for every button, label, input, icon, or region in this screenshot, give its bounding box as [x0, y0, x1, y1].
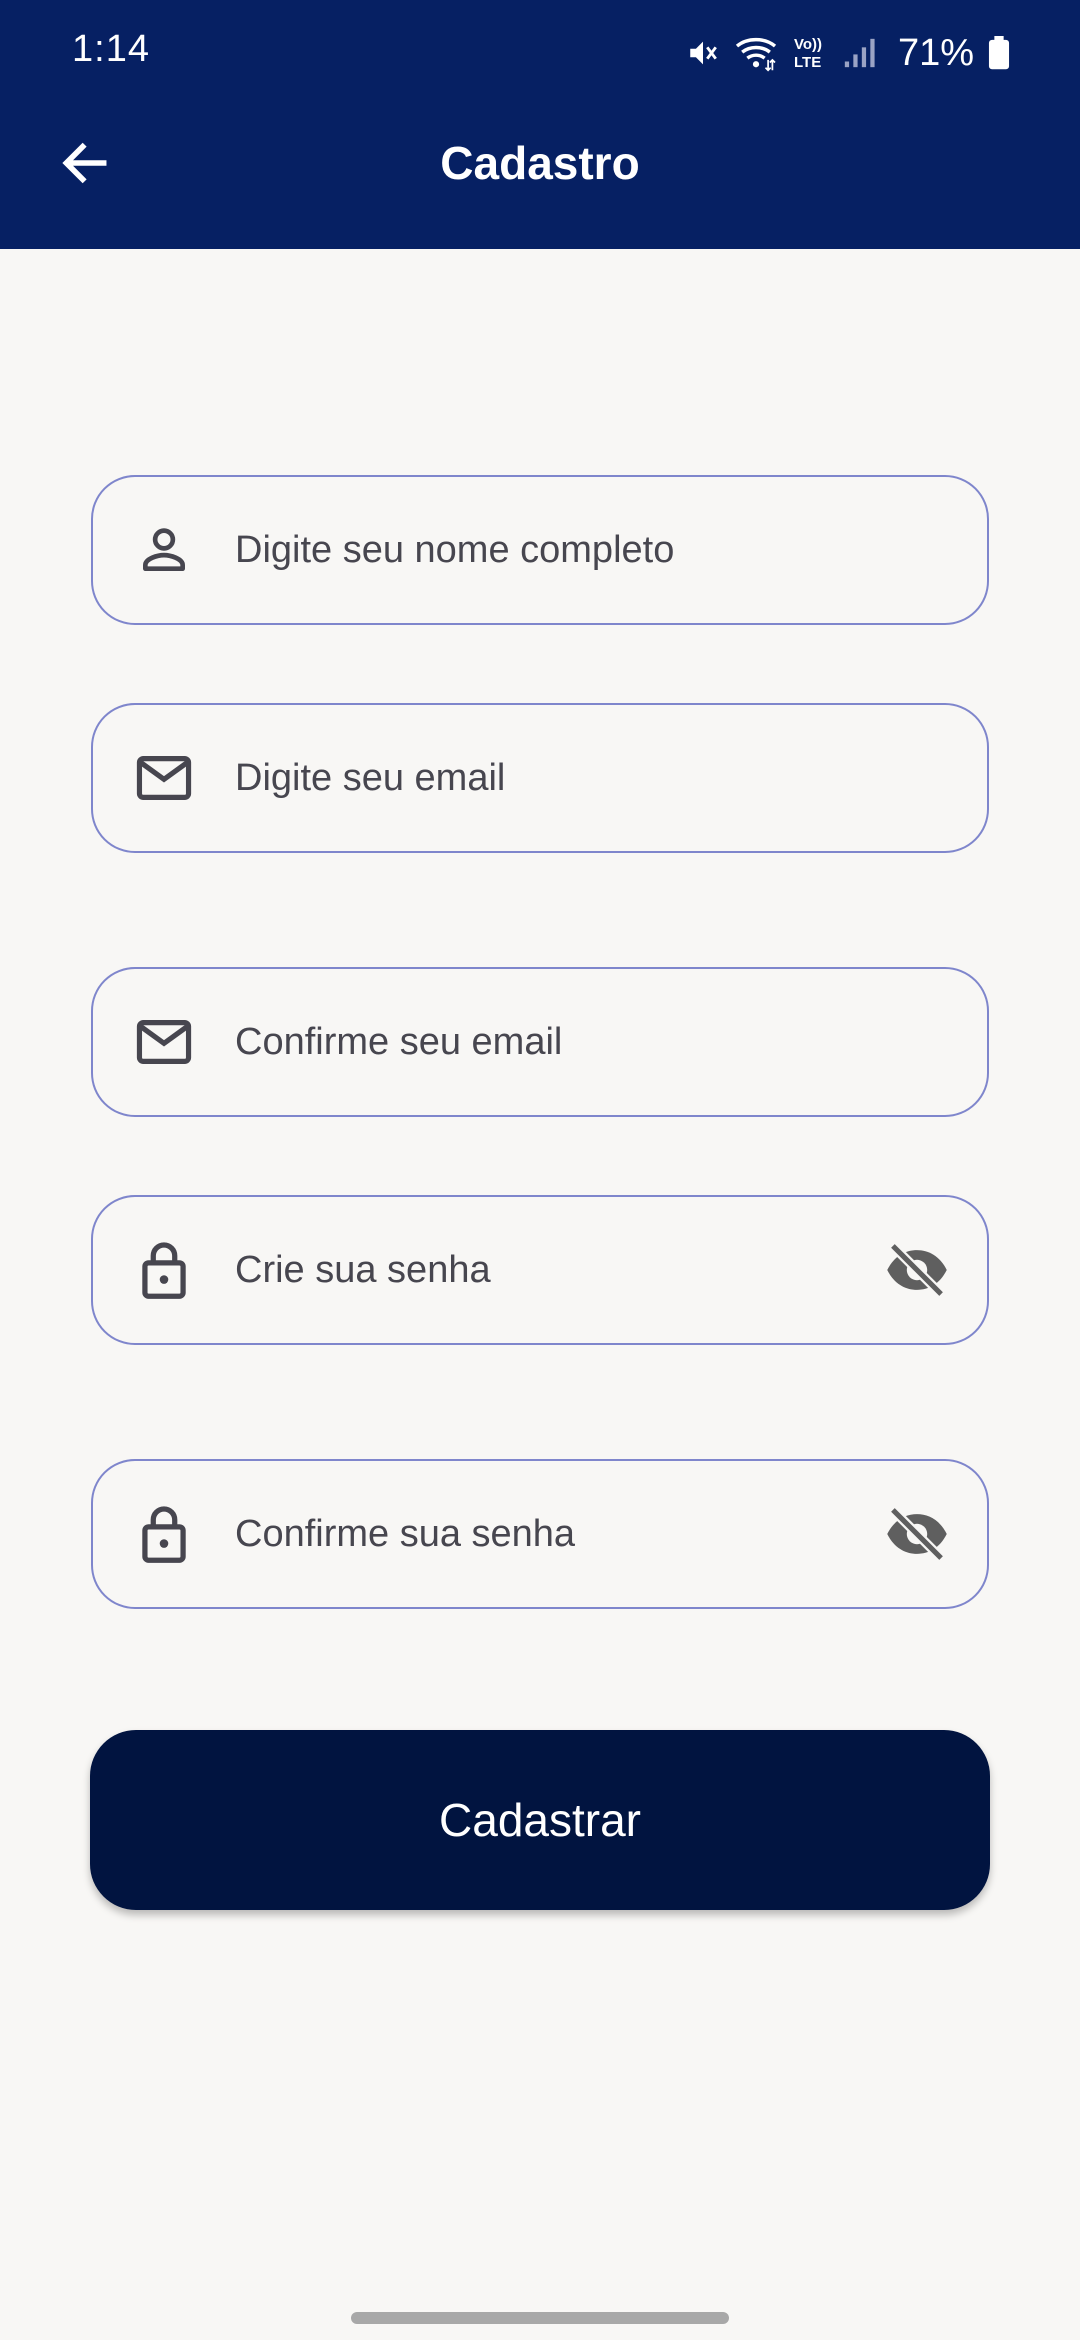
lock-icon [129, 1235, 199, 1305]
signal-icon [842, 36, 876, 70]
status-time: 1:14 [72, 28, 150, 70]
confirm-email-input[interactable] [235, 969, 867, 1115]
full-name-input[interactable] [235, 477, 867, 623]
svg-text:LTE: LTE [794, 54, 821, 71]
email-field[interactable] [91, 703, 989, 853]
eye-off-icon[interactable] [879, 1496, 955, 1572]
mail-icon [129, 743, 199, 813]
confirm-password-input[interactable] [235, 1461, 867, 1607]
volte-icon: Vo)) LTE [792, 34, 828, 72]
mute-icon [686, 36, 720, 70]
home-indicator[interactable] [351, 2312, 729, 2324]
lock-icon [129, 1499, 199, 1569]
eye-off-icon[interactable] [879, 1232, 955, 1308]
page-title: Cadastro [440, 137, 640, 189]
battery-percentage: 71% [897, 31, 974, 74]
wifi-icon [734, 34, 778, 72]
password-field[interactable] [91, 1195, 989, 1345]
email-input[interactable] [235, 705, 867, 851]
register-button[interactable]: Cadastrar [90, 1730, 990, 1910]
svg-text:Vo)): Vo)) [794, 36, 822, 53]
app-bar: 1:14 Vo)) LTE 71% Cadastro [0, 0, 1080, 249]
mail-icon [129, 1007, 199, 1077]
password-input[interactable] [235, 1197, 867, 1343]
full-name-field[interactable] [91, 475, 989, 625]
person-icon [129, 515, 199, 585]
battery-icon [988, 36, 1010, 70]
confirm-password-field[interactable] [91, 1459, 989, 1609]
confirm-email-field[interactable] [91, 967, 989, 1117]
status-icons: Vo)) LTE 71% [686, 28, 1010, 78]
